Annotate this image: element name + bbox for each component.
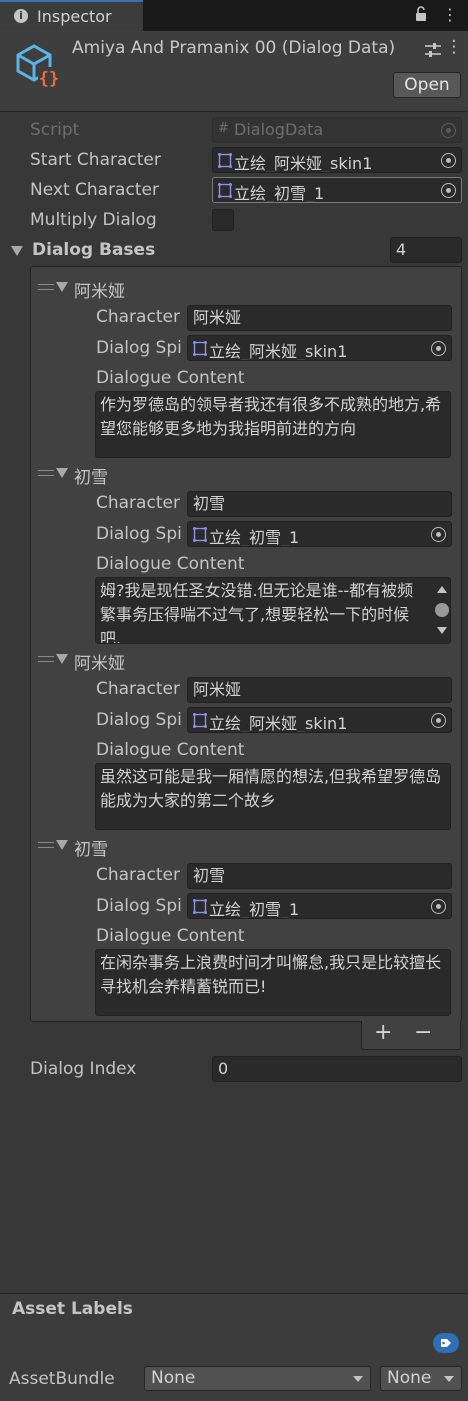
next-character-label: Next Character — [30, 180, 159, 200]
character-field[interactable]: 阿米娅 — [187, 305, 452, 331]
scriptable-object-icon: {} — [16, 44, 60, 89]
assetbundle-label: AssetBundle — [9, 1369, 115, 1389]
character-field[interactable]: 初雪 — [187, 863, 452, 889]
chevron-down-icon — [444, 1376, 454, 1382]
scroll-down-arrow-icon[interactable] — [437, 627, 447, 634]
tab-inspector-label: Inspector — [37, 7, 112, 26]
header-kebab-menu-icon[interactable]: ⋮ — [444, 37, 464, 59]
object-picker-icon[interactable] — [441, 183, 456, 198]
character-label: Character — [96, 493, 180, 513]
dialog-sprite-field[interactable]: 立绘_初雪_1 — [187, 893, 452, 919]
element-foldout-icon[interactable] — [56, 282, 68, 292]
info-icon: i — [14, 9, 28, 23]
open-button[interactable]: Open — [393, 72, 461, 98]
asset-labels-title: Asset Labels — [12, 1299, 133, 1319]
dialog-element-header[interactable]: 初雪 — [74, 463, 108, 488]
object-picker-icon[interactable] — [431, 527, 446, 542]
kebab-menu-icon[interactable]: ⋮ — [440, 5, 460, 25]
dialog-bases-size-field[interactable]: 4 — [390, 237, 462, 263]
dialog-element-header[interactable]: 初雪 — [74, 835, 108, 860]
dialog-sprite-label: Dialog Spi — [96, 524, 182, 544]
dialogue-content-label: Dialogue Content — [96, 740, 245, 760]
drag-handle-icon[interactable] — [38, 656, 54, 662]
dialogue-content-textarea[interactable]: 在闲杂事务上浪费时间才叫懈怠,我只是比较擅长寻找机会养精蓄锐而已! — [95, 949, 451, 1016]
label-tag-icon[interactable] — [433, 1333, 459, 1353]
assetbundle-variant-dropdown[interactable]: None — [380, 1366, 462, 1391]
object-picker-icon[interactable] — [431, 899, 446, 914]
dialog-bases-foldout-icon[interactable] — [11, 246, 23, 256]
asset-title: Amiya And Pramanix 00 (Dialog Data) — [72, 38, 396, 58]
dialog-bases-label[interactable]: Dialog Bases — [32, 240, 155, 260]
dialog-index-field[interactable]: 0 — [212, 1056, 462, 1082]
sprite-icon — [193, 341, 207, 356]
script-field: # DialogData — [212, 117, 462, 143]
sprite-icon — [193, 899, 207, 914]
script-file-icon: # — [218, 121, 229, 136]
object-picker-icon[interactable] — [441, 153, 456, 168]
dialogue-content-label: Dialogue Content — [96, 554, 245, 574]
list-footer: + − — [361, 1020, 461, 1050]
character-label: Character — [96, 865, 180, 885]
remove-element-button[interactable]: − — [414, 1020, 432, 1045]
sprite-icon — [218, 183, 232, 198]
dialog-sprite-field[interactable]: 立绘_初雪_1 — [187, 521, 452, 547]
dialogue-content-textarea[interactable]: 作为罗德岛的领导者我还有很多不成熟的地方,希望您能够更多地为我指明前进的方向 — [95, 391, 451, 458]
dialog-sprite-label: Dialog Spi — [96, 896, 182, 916]
sprite-icon — [193, 527, 207, 542]
dialogue-content-textarea[interactable]: 姆?我是现任圣女没错.但无论是谁--都有被频繁事务压得喘不过气了,想要轻松一下的… — [95, 577, 451, 644]
dialogue-content-textarea[interactable]: 虽然这可能是我一厢情愿的想法,但我希望罗德岛能成为大家的第二个故乡 — [95, 763, 451, 830]
element-foldout-icon[interactable] — [56, 468, 68, 478]
scroll-up-arrow-icon[interactable] — [437, 586, 447, 593]
scrollbar-thumb[interactable] — [435, 603, 449, 617]
drag-handle-icon[interactable] — [38, 470, 54, 476]
multiply-dialog-label: Multiply Dialog — [30, 210, 157, 230]
dialog-element-header[interactable]: 阿米娅 — [74, 277, 125, 302]
character-label: Character — [96, 307, 180, 327]
element-foldout-icon[interactable] — [56, 654, 68, 664]
tab-inspector[interactable]: i Inspector — [0, 0, 143, 31]
object-picker-icon — [441, 123, 456, 138]
multiply-dialog-checkbox[interactable] — [212, 209, 234, 231]
assetbundle-name-dropdown[interactable]: None — [144, 1366, 371, 1391]
drag-handle-icon[interactable] — [38, 842, 54, 848]
element-foldout-icon[interactable] — [56, 840, 68, 850]
dialog-sprite-label: Dialog Spi — [96, 710, 182, 730]
tab-bar: i Inspector ⋮ — [0, 0, 468, 31]
svg-text:{}: {} — [39, 69, 59, 89]
dialog-sprite-field[interactable]: 立绘_阿米娅_skin1 — [187, 335, 452, 361]
sprite-icon — [218, 153, 232, 168]
preset-settings-icon[interactable] — [423, 41, 443, 59]
dialog-index-label: Dialog Index — [30, 1059, 137, 1079]
sprite-icon — [193, 713, 207, 728]
dialogue-content-label: Dialogue Content — [96, 368, 245, 388]
character-field[interactable]: 初雪 — [187, 491, 452, 517]
dialogue-content-label: Dialogue Content — [96, 926, 245, 946]
lock-icon[interactable] — [414, 6, 428, 22]
start-character-label: Start Character — [30, 150, 161, 170]
object-picker-icon[interactable] — [431, 341, 446, 356]
dialog-sprite-label: Dialog Spi — [96, 338, 182, 358]
character-label: Character — [96, 679, 180, 699]
chevron-down-icon — [353, 1376, 363, 1382]
character-field[interactable]: 阿米娅 — [187, 677, 452, 703]
object-picker-icon[interactable] — [431, 713, 446, 728]
script-label: Script — [30, 120, 80, 140]
drag-handle-icon[interactable] — [38, 284, 54, 290]
start-character-field[interactable]: 立绘_阿米娅_skin1 — [212, 147, 462, 173]
dialog-sprite-field[interactable]: 立绘_阿米娅_skin1 — [187, 707, 452, 733]
add-element-button[interactable]: + — [374, 1020, 392, 1045]
next-character-field[interactable]: 立绘_初雪_1 — [212, 177, 462, 203]
dialog-element-header[interactable]: 阿米娅 — [74, 649, 125, 674]
inspector-header: {} Amiya And Pramanix 00 (Dialog Data) ⋮… — [0, 31, 468, 112]
